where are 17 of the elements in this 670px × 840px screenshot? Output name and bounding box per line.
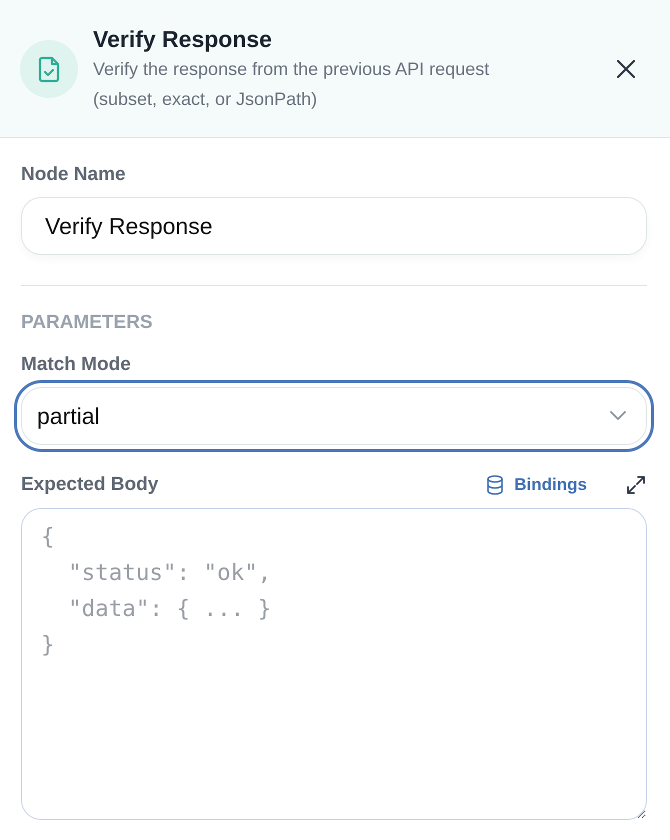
bindings-link[interactable]: Bindings [487,475,587,495]
document-check-icon [20,40,78,98]
node-name-input[interactable]: Verify Response [21,197,647,255]
expected-body-textarea[interactable]: { "status": "ok", "data": { ... } } [21,508,647,820]
expand-button[interactable] [625,474,647,496]
expand-icon [626,475,646,495]
section-heading: PARAMETERS [21,311,154,335]
field-label: Match Mode [21,353,132,377]
match-mode-select[interactable]: partial [14,380,654,452]
chevron-down-icon [610,411,626,421]
database-icon [487,475,504,495]
field-label: Expected Body [21,473,158,497]
close-button[interactable] [615,58,637,80]
panel-title: Verify Response [93,24,273,54]
field-label: Node Name [21,163,127,187]
close-icon [616,58,636,78]
panel-description: Verify the response from the previous API request (subset, exact, or JsonPath) [93,58,490,111]
